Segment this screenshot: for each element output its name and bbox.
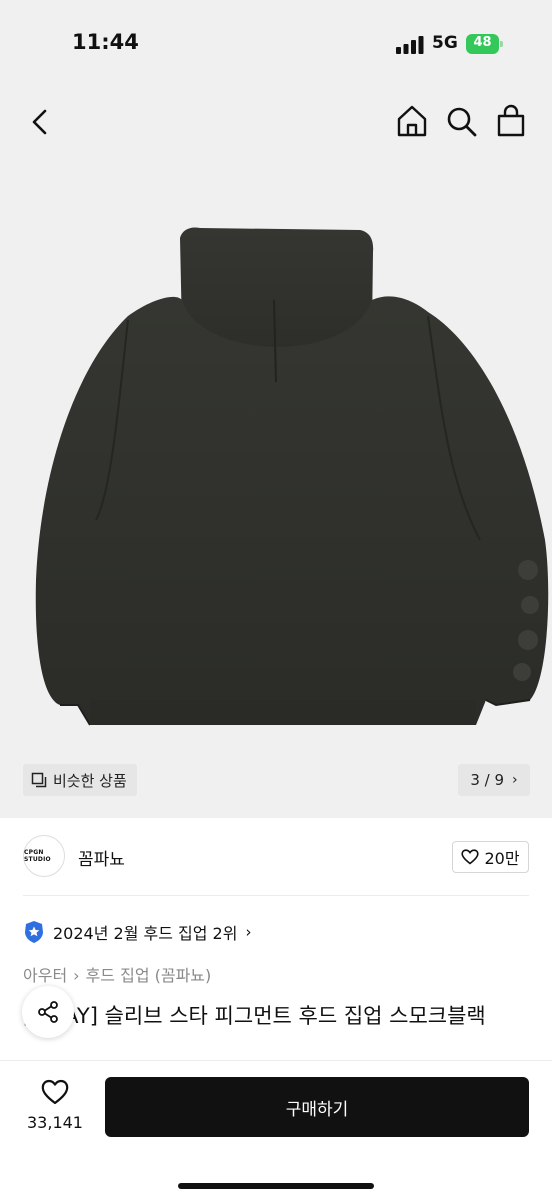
shop-name[interactable]: 꼼파뇨 bbox=[78, 845, 125, 870]
breadcrumb: 아우터 › 후드 집업 (꼼파뇨) bbox=[23, 962, 211, 986]
hoodie-image[interactable] bbox=[0, 160, 552, 800]
wishlist-button[interactable]: 33,141 bbox=[24, 1079, 86, 1139]
product-gallery[interactable]: 11:44 5G 48 비슷한 상품 3 / 9 › bbox=[0, 0, 552, 818]
search-icon[interactable] bbox=[443, 101, 481, 141]
shop-row: CPGN STUDIO 꼼파뇨 20만 bbox=[0, 830, 552, 890]
shop-logo-text: CPGN STUDIO bbox=[24, 849, 51, 863]
network-type: 5G bbox=[432, 33, 458, 53]
top-nav bbox=[0, 95, 552, 151]
shop-like-button[interactable]: 20만 bbox=[452, 841, 529, 873]
home-icon[interactable] bbox=[393, 101, 431, 141]
wishlist-count: 33,141 bbox=[27, 1113, 83, 1132]
copy-icon bbox=[31, 772, 47, 788]
breadcrumb-item[interactable]: 후드 집업 (꼼파뇨) bbox=[86, 966, 212, 985]
breadcrumb-item[interactable]: 아우터 bbox=[23, 966, 67, 985]
shop-like-count: 20만 bbox=[484, 849, 520, 868]
similar-products-label: 비슷한 상품 bbox=[53, 771, 127, 790]
share-icon bbox=[38, 1001, 58, 1023]
bottom-bar: 33,141 구매하기 bbox=[0, 1060, 552, 1200]
ranking-text: 2024년 2월 후드 집업 2위 bbox=[53, 924, 238, 943]
status-time: 11:44 bbox=[72, 30, 139, 54]
similar-products-button[interactable]: 비슷한 상품 bbox=[23, 764, 137, 796]
signal-icon bbox=[396, 36, 424, 54]
buy-button[interactable]: 구매하기 bbox=[105, 1077, 529, 1137]
status-bar: 11:44 5G 48 bbox=[0, 0, 552, 90]
chevron-left-icon[interactable] bbox=[24, 103, 56, 141]
divider bbox=[23, 895, 529, 896]
battery-icon: 48 bbox=[466, 34, 503, 54]
page-indicator: 3 / 9 bbox=[470, 771, 505, 789]
heart-icon bbox=[461, 849, 480, 865]
rank-badge-icon bbox=[25, 921, 43, 943]
share-button[interactable] bbox=[22, 986, 74, 1038]
chevron-right-icon: › bbox=[73, 966, 80, 985]
ranking-link[interactable]: 2024년 2월 후드 집업 2위 › bbox=[23, 918, 251, 946]
page-indicator-button[interactable]: 3 / 9 › bbox=[458, 764, 530, 796]
chevron-right-icon: › bbox=[512, 772, 518, 788]
shop-logo[interactable]: CPGN STUDIO bbox=[23, 835, 65, 877]
home-indicator bbox=[178, 1183, 374, 1189]
shopping-bag-icon[interactable] bbox=[492, 101, 530, 141]
battery-level: 48 bbox=[473, 35, 492, 50]
chevron-right-icon: › bbox=[245, 923, 252, 941]
product-title: [2WAY] 슬리브 스타 피그먼트 후드 집업 스모크블랙 bbox=[23, 1004, 486, 1028]
heart-icon bbox=[41, 1079, 69, 1105]
